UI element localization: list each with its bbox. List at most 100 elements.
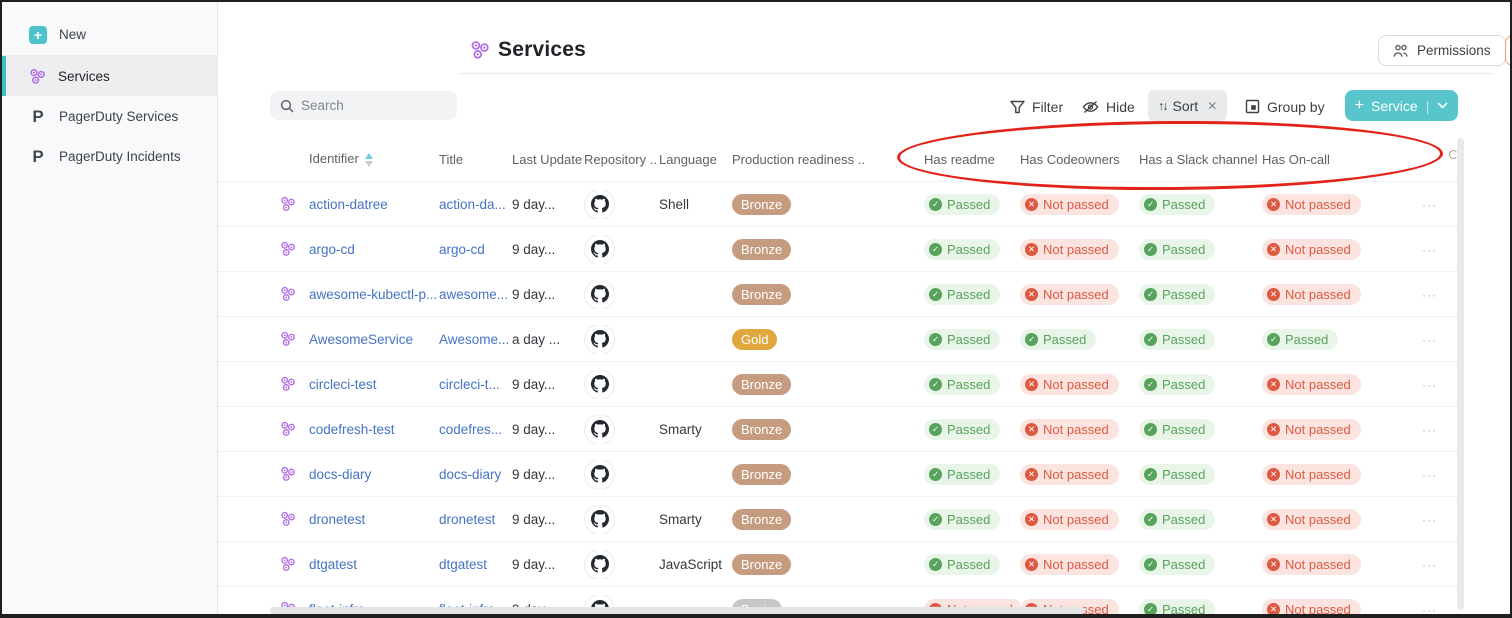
row-actions-button[interactable]: ···	[1422, 603, 1437, 617]
check-icon: ✓	[1144, 243, 1157, 256]
row-actions-cell: ···	[1422, 467, 1459, 482]
title-cell: codefres...	[439, 422, 512, 437]
sidebar-item-pagerduty-services[interactable]: P PagerDuty Services	[2, 96, 217, 136]
column-sort-indicator[interactable]	[365, 153, 373, 167]
github-icon[interactable]	[585, 460, 614, 489]
vertical-scrollbar[interactable]	[1457, 138, 1464, 610]
github-icon[interactable]	[585, 370, 614, 399]
title-link[interactable]: dronetest	[439, 512, 495, 527]
title-link[interactable]: awesome...	[439, 287, 508, 302]
row-actions-button[interactable]: ···	[1422, 558, 1437, 572]
production-readiness-cell: Bronze	[732, 239, 924, 260]
column-header[interactable]: Repository ..	[584, 152, 659, 167]
has-on-call-status-badge: ✕Not passed	[1262, 509, 1361, 530]
title-cell: docs-diary	[439, 467, 512, 482]
cross-icon: ✕	[1025, 513, 1038, 526]
has-codeowners-status-badge: ✓Passed	[1020, 329, 1096, 350]
github-icon[interactable]	[585, 325, 614, 354]
row-actions-button[interactable]: ···	[1422, 288, 1437, 302]
group-by-button[interactable]: Group by	[1245, 92, 1325, 121]
permissions-button[interactable]: Permissions	[1378, 35, 1506, 66]
sort-clear-icon[interactable]: ✕	[1207, 99, 1217, 113]
sidebar-item-new[interactable]: + New	[2, 14, 217, 56]
has-slack-channel-cell: ✓ Passed	[1139, 239, 1262, 260]
identifier-link[interactable]: action-datree	[309, 197, 388, 212]
add-service-button[interactable]: + Service |	[1345, 90, 1458, 121]
title-link[interactable]: argo-cd	[439, 242, 485, 257]
column-header[interactable]: Has Codeowners	[1020, 152, 1139, 167]
title-link[interactable]: docs-diary	[439, 467, 501, 482]
title-link[interactable]: action-da...	[439, 197, 506, 212]
row-actions-cell: ···	[1422, 602, 1459, 617]
title-link[interactable]: Awesome...	[439, 332, 509, 347]
identifier-link[interactable]: docs-diary	[309, 467, 371, 482]
github-icon[interactable]	[585, 190, 614, 219]
column-header[interactable]: Has On-call	[1262, 152, 1422, 167]
row-actions-button[interactable]: ···	[1422, 333, 1437, 347]
status-label: Not passed	[1285, 422, 1351, 437]
identifier-link[interactable]: dronetest	[309, 512, 365, 527]
has-readme-status-badge: ✓Passed	[924, 509, 1000, 530]
column-header[interactable]: Has readme	[924, 152, 1020, 167]
status-label: Passed	[1162, 242, 1205, 257]
identifier-link[interactable]: codefresh-test	[309, 422, 395, 437]
row-actions-button[interactable]: ···	[1422, 468, 1437, 482]
has-codeowners-cell: ✕Not passed	[1020, 239, 1139, 260]
sidebar-item-services[interactable]: Services	[2, 56, 217, 96]
row-actions-button[interactable]: ···	[1422, 513, 1437, 527]
title-link[interactable]: codefres...	[439, 422, 502, 437]
has-slack-channel-status-badge: ✓Passed	[1139, 329, 1215, 350]
has-on-call-cell: ✕Not passed	[1262, 194, 1422, 215]
github-icon[interactable]	[585, 415, 614, 444]
github-icon[interactable]	[585, 280, 614, 309]
status-label: Not passed	[1043, 287, 1109, 302]
status-label: Passed	[947, 197, 990, 212]
sidebar-item-pagerduty-incidents[interactable]: P PagerDuty Incidents	[2, 136, 217, 176]
search-input[interactable]	[301, 98, 441, 113]
row-actions-button[interactable]: ···	[1422, 198, 1437, 212]
column-header[interactable]: Last Update	[512, 152, 584, 167]
save-view-button[interactable]: Save this view	[1506, 36, 1512, 65]
title-link[interactable]: circleci-t...	[439, 377, 500, 392]
column-header-label: Has On-call	[1262, 152, 1330, 167]
column-header[interactable]: Has a Slack channel	[1139, 152, 1262, 167]
has-codeowners-status-badge: ✕Not passed	[1020, 509, 1119, 530]
identifier-link[interactable]: circleci-test	[309, 377, 377, 392]
has-on-call-status-badge: ✓Passed	[1262, 329, 1338, 350]
row-actions-button[interactable]: ···	[1422, 378, 1437, 392]
row-actions-button[interactable]: ···	[1422, 423, 1437, 437]
column-header[interactable]: Title	[439, 152, 512, 167]
cross-icon: ✕	[1025, 558, 1038, 571]
row-actions-button[interactable]: ···	[1422, 243, 1437, 257]
repository-cell	[584, 325, 659, 354]
identifier-link[interactable]: dtgatest	[309, 557, 357, 572]
horizontal-scrollbar[interactable]	[270, 607, 1085, 614]
column-header[interactable]: Language	[659, 152, 732, 167]
status-label: Passed	[947, 287, 990, 302]
column-header[interactable]: Identifier	[309, 151, 439, 167]
has-slack-channel-cell: ✓Passed	[1139, 419, 1262, 440]
last-update-cell: 9 day...	[512, 512, 584, 527]
has-slack-channel-cell: ✓Passed	[1139, 464, 1262, 485]
production-readiness-cell: Gold	[732, 329, 924, 350]
has-readme-status-badge: ✓Passed	[924, 464, 1000, 485]
has-codeowners-status-badge: ✕Not passed	[1020, 284, 1119, 305]
title-link[interactable]: dtgatest	[439, 557, 487, 572]
last-update-cell: 9 day...	[512, 467, 584, 482]
hide-button[interactable]: Hide	[1082, 92, 1135, 121]
column-header[interactable]: Production readiness ..	[732, 152, 924, 167]
identifier-link[interactable]: argo-cd	[309, 242, 355, 257]
github-icon[interactable]	[585, 505, 614, 534]
sort-button[interactable]: ↑↓ Sort ✕	[1148, 90, 1227, 121]
github-icon[interactable]	[585, 235, 614, 264]
filter-button[interactable]: Filter	[1010, 92, 1063, 121]
sort-arrows-icon: ↑↓	[1158, 99, 1167, 113]
github-icon[interactable]	[585, 550, 614, 579]
row-actions-cell: ···	[1422, 332, 1459, 347]
column-header-label: Title	[439, 152, 463, 167]
check-icon: ✓	[929, 423, 942, 436]
plus-icon: +	[29, 26, 47, 44]
identifier-link[interactable]: AwesomeService	[309, 332, 413, 347]
production-readiness-cell: Bronze	[732, 194, 924, 215]
identifier-link[interactable]: awesome-kubectl-p...	[309, 287, 437, 302]
